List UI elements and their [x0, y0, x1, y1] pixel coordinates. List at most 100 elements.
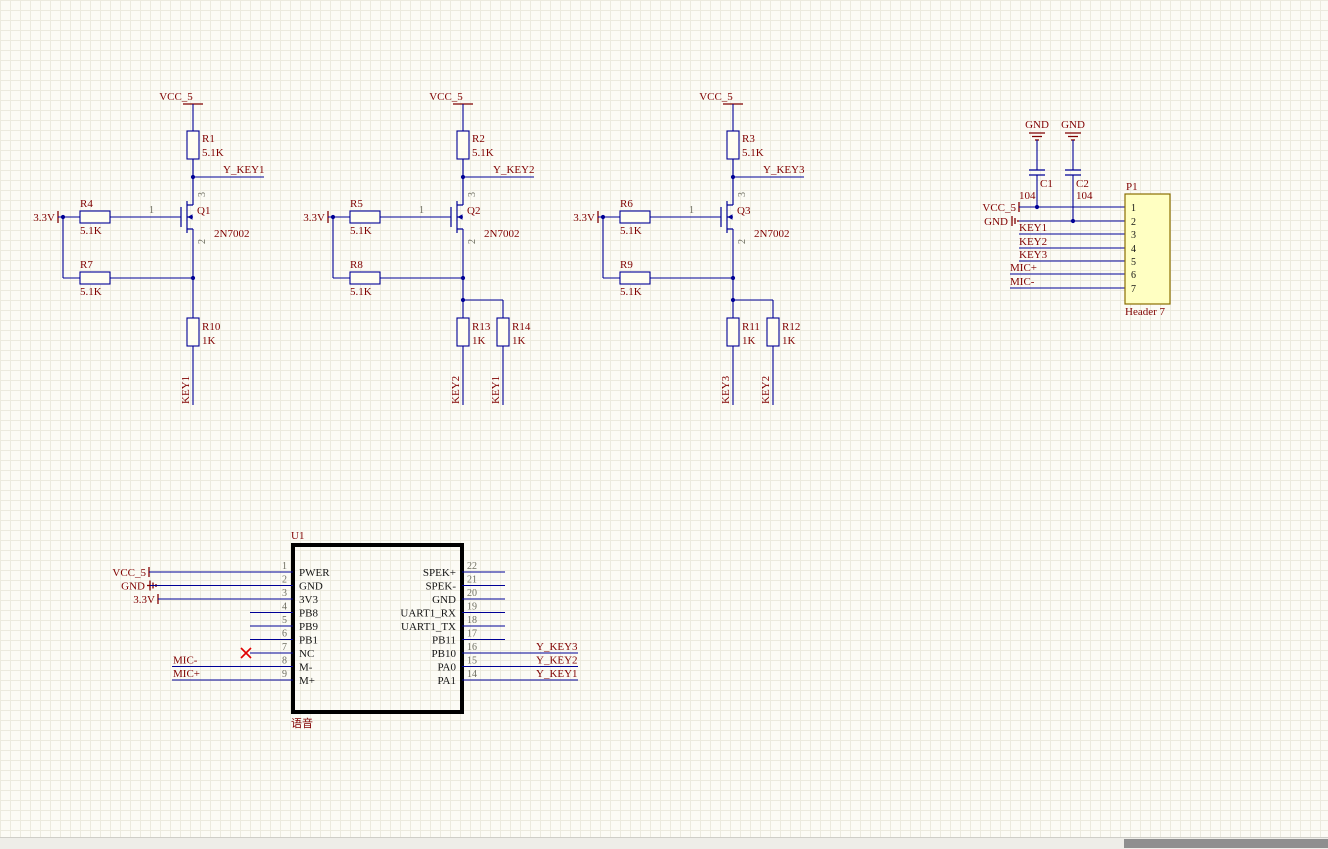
resistor-R14[interactable]: R14 1K: [497, 318, 531, 347]
header-net-mic-plus[interactable]: MIC+: [1010, 262, 1125, 274]
gnd-label[interactable]: GND: [1025, 119, 1049, 131]
capacitor-symbol[interactable]: [1065, 170, 1081, 175]
net-label-output[interactable]: Y_KEY1: [191, 164, 265, 179]
power-port-3v3[interactable]: 3.3V: [573, 211, 620, 278]
power-net-label[interactable]: VCC_5: [429, 91, 463, 103]
resistor-body[interactable]: [187, 131, 199, 159]
wire[interactable]: [58, 217, 80, 278]
wire[interactable]: [110, 159, 193, 318]
power-net-label[interactable]: VCC_5: [699, 91, 733, 103]
gnd-port-2[interactable]: GND: [1061, 119, 1085, 170]
resistor-value[interactable]: 5.1K: [350, 225, 372, 237]
net-label-key[interactable]: KEY3: [720, 375, 732, 404]
resistor-body[interactable]: [80, 272, 110, 284]
power-net-label[interactable]: 3.3V: [303, 212, 325, 224]
net-label[interactable]: VCC_5: [982, 202, 1016, 214]
resistor-R6[interactable]: R6 5.1K: [620, 198, 650, 237]
resistor-R9[interactable]: R9 5.1K: [620, 259, 650, 298]
net-label-key[interactable]: KEY2: [760, 376, 772, 404]
resistor-R11[interactable]: R11 1K: [727, 318, 760, 347]
resistor-body[interactable]: [497, 318, 509, 346]
resistor-value[interactable]: 1K: [782, 335, 796, 347]
cap-value[interactable]: 104: [1076, 190, 1093, 202]
resistor-ref[interactable]: R8: [350, 259, 363, 271]
net-label[interactable]: MIC-: [173, 655, 198, 667]
resistor-value[interactable]: 1K: [472, 335, 486, 347]
header-net-vcc5[interactable]: VCC_5: [982, 202, 1125, 214]
net-label-key[interactable]: KEY1: [490, 376, 502, 404]
resistor-ref[interactable]: R7: [80, 259, 93, 271]
resistor-ref[interactable]: R5: [350, 198, 363, 210]
power-port-3v3[interactable]: 3.3V: [33, 211, 80, 278]
mosfet-Q1[interactable]: Q1 2N7002 1 3 2: [110, 159, 249, 318]
resistor-body[interactable]: [767, 318, 779, 346]
resistor-value[interactable]: 1K: [742, 335, 756, 347]
net-label[interactable]: Y_KEY1: [536, 668, 578, 680]
connector-comment[interactable]: Header 7: [1125, 306, 1166, 318]
resistor-R1[interactable]: R1 5.1K: [187, 131, 224, 159]
resistor-body[interactable]: [350, 272, 380, 284]
resistor-R13[interactable]: R13 1K: [457, 318, 491, 347]
ic-comment[interactable]: 语音: [291, 716, 313, 730]
resistor-R12[interactable]: R12 1K: [767, 318, 800, 347]
resistor-value[interactable]: 5.1K: [80, 286, 102, 298]
resistor-value[interactable]: 5.1K: [620, 286, 642, 298]
net-label[interactable]: VCC_5: [112, 567, 146, 579]
header-net-gnd[interactable]: GND: [984, 216, 1125, 228]
net-label[interactable]: KEY1: [1019, 222, 1047, 234]
resistor-R7[interactable]: R7 5.1K: [80, 259, 110, 298]
ic-net-gnd[interactable]: GND: [121, 581, 293, 593]
connector-ref[interactable]: P1: [1126, 181, 1138, 193]
resistor-body[interactable]: [350, 211, 380, 223]
power-net-label[interactable]: 3.3V: [573, 212, 595, 224]
net-label[interactable]: Y_KEY2: [536, 655, 578, 667]
net-label[interactable]: MIC+: [173, 668, 200, 680]
resistor-R5[interactable]: R5 5.1K: [350, 198, 380, 237]
resistor-ref[interactable]: R12: [782, 321, 800, 333]
resistor-body[interactable]: [187, 318, 199, 346]
power-port-3v3[interactable]: 3.3V: [303, 211, 350, 278]
net-label-key[interactable]: KEY2: [450, 376, 462, 404]
power-port-vcc5[interactable]: VCC_5: [429, 91, 473, 131]
resistor-value[interactable]: 5.1K: [350, 286, 372, 298]
resistor-ref[interactable]: R11: [742, 321, 760, 333]
resistor-R2[interactable]: R2 5.1K: [457, 131, 494, 159]
net-label[interactable]: Y_KEY3: [763, 164, 805, 176]
wire[interactable]: [380, 159, 463, 318]
ic-net-vcc5[interactable]: VCC_5: [112, 567, 293, 579]
header-net-key3[interactable]: KEY3: [1019, 249, 1125, 261]
net-label[interactable]: Y_KEY2: [493, 164, 535, 176]
resistor-R10[interactable]: R10 1K: [187, 318, 221, 347]
power-port-vcc5[interactable]: VCC_5: [699, 91, 743, 131]
resistor-body[interactable]: [727, 131, 739, 159]
net-label[interactable]: KEY2: [1019, 236, 1047, 248]
resistor-ref[interactable]: R9: [620, 259, 633, 271]
cap-ref[interactable]: C1: [1040, 178, 1053, 190]
ic-net-mic-minus[interactable]: MIC-: [172, 655, 293, 667]
net-label[interactable]: MIC+: [1010, 262, 1037, 274]
power-port-vcc5[interactable]: VCC_5: [159, 91, 203, 131]
cap-value[interactable]: 104: [1019, 190, 1036, 202]
capacitor-C2[interactable]: C2 104: [1065, 170, 1093, 221]
resistor-ref[interactable]: R13: [472, 321, 491, 333]
fet-part[interactable]: 2N7002: [214, 228, 249, 240]
fet-part[interactable]: 2N7002: [484, 228, 519, 240]
net-label-output[interactable]: Y_KEY2: [461, 164, 535, 179]
header-net-key2[interactable]: KEY2: [1019, 236, 1125, 248]
resistor-body[interactable]: [620, 211, 650, 223]
resistor-R8[interactable]: R8 5.1K: [350, 259, 380, 298]
fet-ref[interactable]: Q3: [737, 205, 751, 217]
gnd-port-1[interactable]: GND: [1025, 119, 1049, 170]
resistor-body[interactable]: [80, 211, 110, 223]
resistor-value[interactable]: 5.1K: [620, 225, 642, 237]
power-net-label[interactable]: VCC_5: [159, 91, 193, 103]
fet-ref[interactable]: Q2: [467, 205, 480, 217]
resistor-ref[interactable]: R10: [202, 321, 221, 333]
resistor-body[interactable]: [620, 272, 650, 284]
resistor-value[interactable]: 1K: [512, 335, 526, 347]
horizontal-scrollbar[interactable]: [0, 837, 1328, 849]
fet-ref[interactable]: Q1: [197, 205, 210, 217]
resistor-value[interactable]: 5.1K: [742, 147, 764, 159]
resistor-value[interactable]: 5.1K: [202, 147, 224, 159]
resistor-value[interactable]: 1K: [202, 335, 216, 347]
